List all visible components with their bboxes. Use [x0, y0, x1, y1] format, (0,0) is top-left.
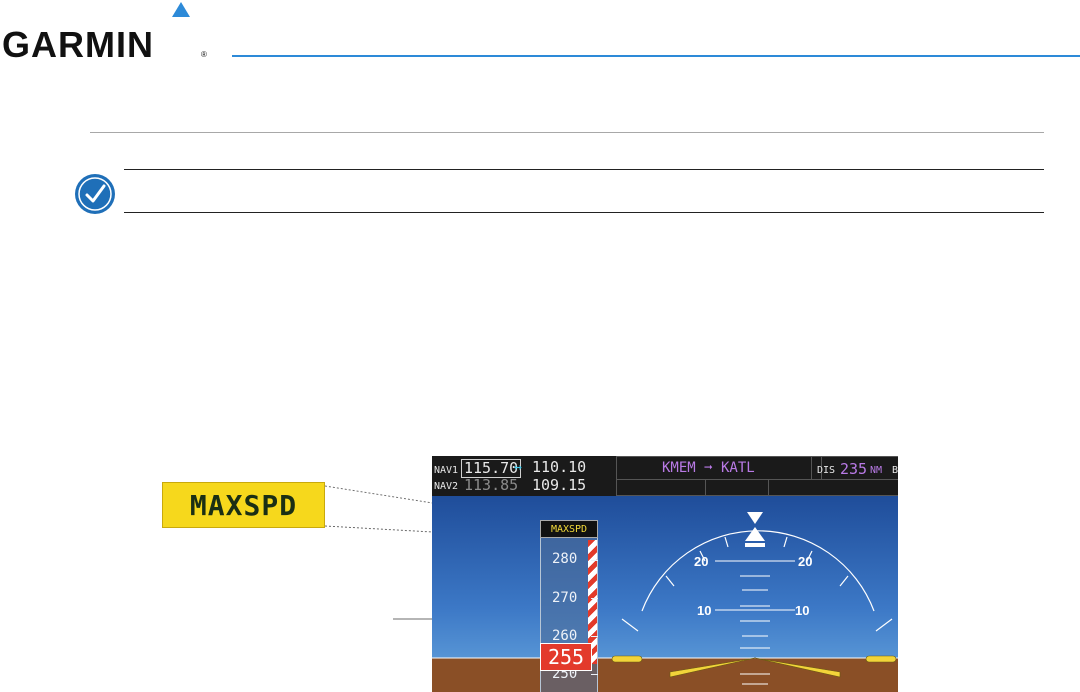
roll-tick — [875, 618, 893, 632]
tape-tick — [591, 560, 598, 561]
airspeed-tick-label: 260 — [552, 628, 578, 644]
pitch-label-20-right: 20 — [798, 554, 813, 569]
roll-pointer-icon — [747, 512, 763, 524]
nav1-label: NAV1 — [434, 465, 459, 476]
roll-index-icon — [745, 527, 765, 541]
active-route: KMEM ➞ KATL — [662, 460, 755, 476]
wing-bar-right — [865, 655, 897, 663]
pitch-label-10-right: 10 — [795, 603, 810, 618]
attitude-indicator — [432, 512, 898, 685]
pitch-label-10-left: 10 — [697, 603, 712, 618]
roll-tick — [724, 536, 729, 548]
current-airspeed-readout: 255 — [540, 643, 592, 671]
airspeed-tick-label: 280 — [552, 551, 578, 567]
distance-label: DIS — [817, 465, 836, 476]
tape-tick — [591, 636, 598, 637]
roll-tick — [621, 618, 639, 632]
tape-tick — [591, 598, 598, 599]
maxspd-callout-label: MAXSPD — [162, 482, 325, 528]
pitch-label-20-left: 20 — [694, 554, 709, 569]
bar-cell-3 — [768, 479, 898, 496]
nav2-active-frequency[interactable]: 113.85 — [464, 477, 518, 494]
nav1-standby-frequency[interactable]: 110.10 — [532, 459, 586, 476]
frequency-swap-icon: ↔ — [514, 460, 522, 475]
bar-cell-2 — [705, 479, 769, 496]
nav2-standby-frequency[interactable]: 109.15 — [532, 477, 586, 494]
distance-unit: NM — [870, 465, 883, 476]
pfd-display: NAV1 115.70 ↔ 110.10 NAV2 113.85 109.15 … — [432, 456, 898, 692]
airspeed-tick-label: 270 — [552, 590, 578, 606]
roll-tick — [783, 536, 788, 548]
roll-tick — [665, 575, 675, 587]
bearing-label: B — [892, 465, 898, 476]
roll-tick — [839, 575, 849, 587]
wing-bar-left — [611, 655, 643, 663]
distance-value: 235 — [840, 460, 868, 478]
tape-tick — [591, 674, 598, 675]
nav2-label: NAV2 — [434, 481, 459, 492]
maxspd-annunciation: MAXSPD — [540, 520, 598, 538]
bar-cell-1 — [616, 479, 706, 496]
